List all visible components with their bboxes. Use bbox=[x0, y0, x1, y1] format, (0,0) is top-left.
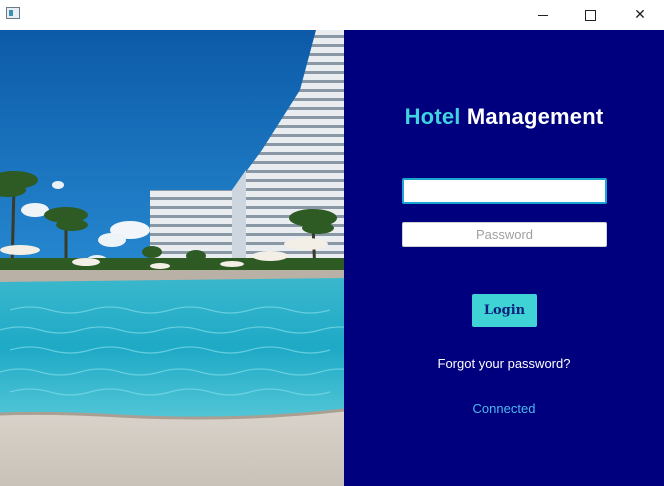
connection-status: Connected bbox=[472, 401, 536, 416]
app-window-icon bbox=[6, 7, 20, 19]
hotel-photo-svg bbox=[0, 30, 344, 486]
login-panel: Hotel Management Login Forgot your passw… bbox=[344, 30, 664, 486]
brand-word-hotel: Hotel bbox=[404, 104, 461, 129]
minimize-button[interactable] bbox=[520, 0, 566, 30]
password-input[interactable] bbox=[402, 222, 607, 247]
close-button[interactable]: ✕ bbox=[617, 0, 663, 30]
forgot-password-link[interactable]: Forgot your password? bbox=[344, 356, 664, 371]
minimize-icon bbox=[538, 14, 548, 16]
username-input[interactable] bbox=[402, 178, 607, 204]
maximize-button[interactable] bbox=[567, 0, 613, 30]
maximize-icon bbox=[584, 9, 596, 21]
app-brand-title: Hotel Management bbox=[344, 104, 664, 130]
title-bar: ✕ bbox=[0, 0, 664, 30]
close-icon: ✕ bbox=[634, 7, 646, 23]
login-button[interactable]: Login bbox=[472, 294, 537, 327]
brand-word-management: Management bbox=[466, 104, 604, 129]
hotel-pool-image bbox=[0, 30, 344, 486]
